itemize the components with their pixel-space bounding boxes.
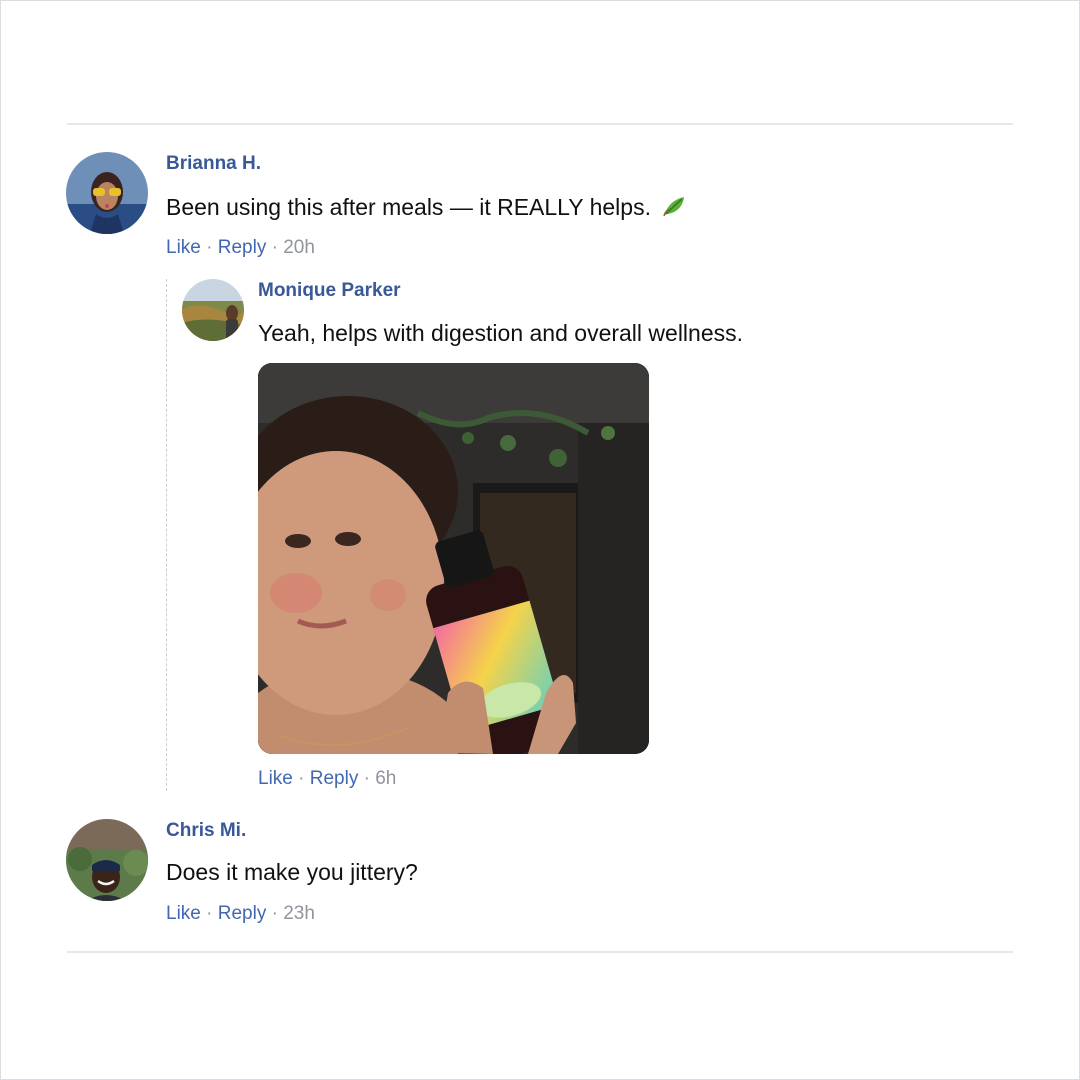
comment-text: Does it make you jittery? — [166, 859, 418, 885]
separator: · — [206, 237, 218, 258]
attached-photo[interactable] — [258, 363, 649, 754]
comment-body: Been using this after meals — it REALLY … — [166, 194, 651, 220]
separator: · — [298, 768, 310, 789]
reply-button[interactable]: Reply — [218, 237, 267, 258]
separator: · — [206, 903, 218, 924]
avatar-chris[interactable] — [66, 819, 148, 901]
avatar-brianna[interactable] — [66, 152, 148, 234]
like-button[interactable]: Like — [166, 237, 201, 258]
separator: · — [363, 768, 376, 789]
reply-actions: Like · Reply · 6h — [258, 768, 396, 790]
author-name[interactable]: Chris Mi. — [166, 820, 246, 842]
reply-button[interactable]: Reply — [310, 768, 359, 789]
comment-actions: Like · Reply · 23h — [166, 903, 315, 925]
separator: · — [271, 903, 284, 924]
leaf-icon — [661, 193, 687, 219]
author-name[interactable]: Monique Parker — [258, 280, 401, 302]
comment-actions: Like · Reply · 20h — [166, 237, 315, 259]
comment-text: Been using this after meals — it REALLY … — [166, 193, 687, 221]
author-name[interactable]: Brianna H. — [166, 153, 261, 175]
like-button[interactable]: Like — [166, 903, 201, 924]
top-divider — [67, 123, 1013, 125]
reply-thread-line — [166, 279, 167, 791]
timestamp: 20h — [283, 237, 315, 258]
avatar-monique[interactable] — [182, 279, 244, 341]
timestamp: 23h — [283, 903, 315, 924]
reply-text: Yeah, helps with digestion and overall w… — [258, 320, 744, 346]
reply-button[interactable]: Reply — [218, 903, 267, 924]
bottom-divider — [67, 951, 1013, 953]
like-button[interactable]: Like — [258, 768, 293, 789]
separator: · — [271, 237, 284, 258]
timestamp: 6h — [375, 768, 397, 789]
